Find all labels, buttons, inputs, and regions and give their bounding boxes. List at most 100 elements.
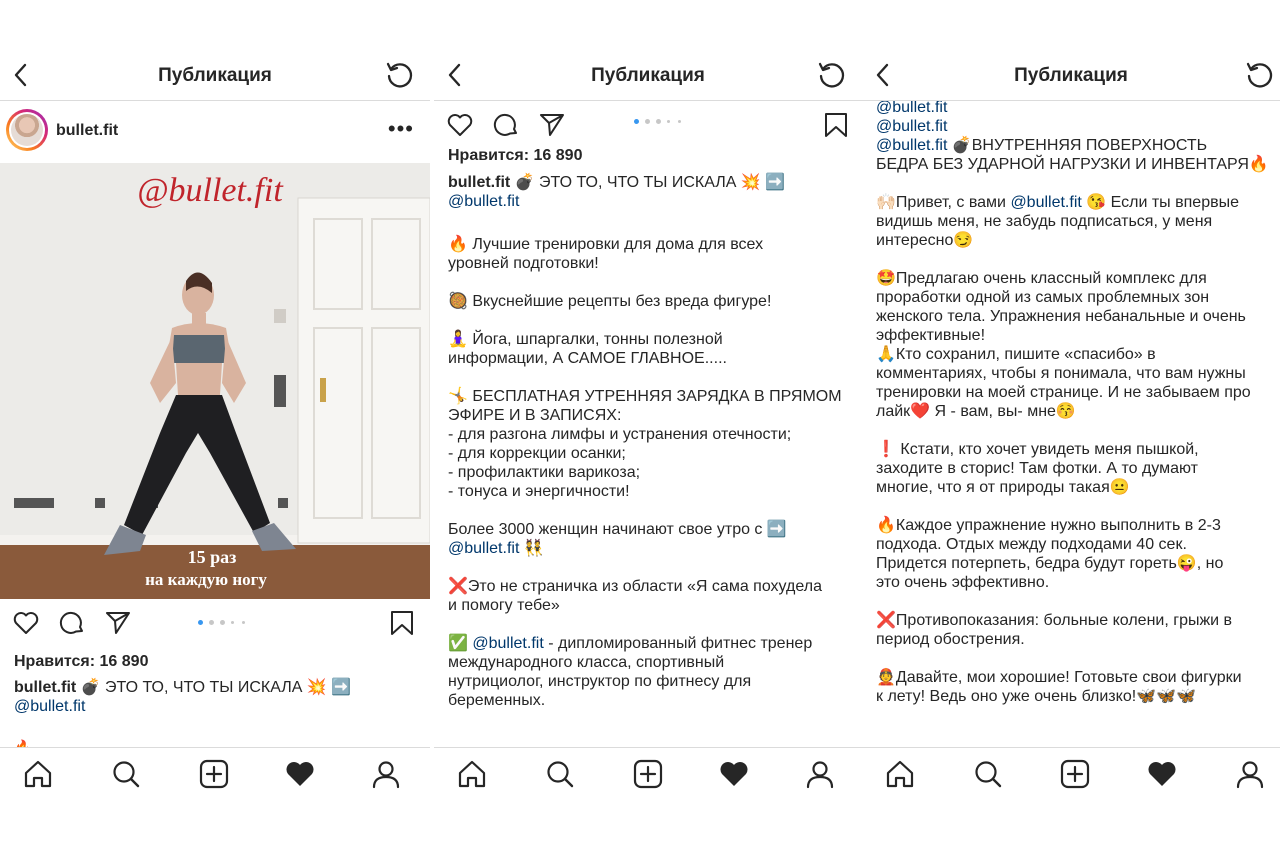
caption-line: проработки одной из самых проблемных зон — [876, 289, 1210, 306]
send-icon[interactable] — [538, 111, 566, 139]
watermark-text: @bullet.fit — [137, 172, 284, 209]
caption-line — [876, 593, 1280, 612]
caption-text: 💣 ЭТО ТО, ЧТО ТЫ ИСКАЛА 💥 ➡️ — [514, 174, 786, 191]
profile-icon[interactable] — [804, 758, 836, 790]
caption-line: нутрициолог, инструктор по фитнесу для — [448, 673, 752, 690]
search-icon[interactable] — [110, 758, 142, 790]
caption-line: @bullet.fit — [876, 118, 1280, 137]
caption-line — [448, 616, 858, 635]
caption-line: 🧘‍♀️ Йога, шпаргалки, тонны полезной — [448, 331, 723, 348]
mention-link[interactable]: @bullet.fit — [876, 118, 947, 135]
comment-icon[interactable] — [492, 111, 520, 139]
heart-filled-icon[interactable] — [284, 758, 316, 790]
caption-line: беременных. — [448, 692, 546, 709]
page-title: Публикация — [1014, 65, 1128, 86]
caption-line: ❌Это не страничка из области «Я сама пох… — [448, 578, 822, 595]
mention-link[interactable]: @bullet.fit — [448, 540, 519, 557]
search-icon[interactable] — [544, 758, 576, 790]
add-icon[interactable] — [1059, 758, 1091, 790]
bookmark-icon[interactable] — [822, 111, 850, 139]
bookmark-icon[interactable] — [388, 609, 416, 637]
caption-line: тренировки на моей странице. И не забыва… — [876, 384, 1251, 401]
page-title: Публикация — [591, 65, 705, 86]
likes-count[interactable]: Нравится: 16 890 — [14, 653, 148, 671]
caption-line: ✅ @bullet.fit - дипломированный фитнес т… — [448, 635, 813, 652]
refresh-icon[interactable] — [816, 59, 848, 91]
post-image[interactable]: @bullet.fit 15 раз на каждую ногу — [0, 163, 430, 599]
mention-link[interactable]: @bullet.fit — [876, 137, 947, 154]
caption-line — [448, 274, 858, 293]
caption-line: ❗ Кстати, кто хочет увидеть меня пышкой, — [876, 441, 1199, 458]
heart-icon[interactable] — [446, 111, 474, 139]
bottom-nav — [434, 747, 862, 800]
top-bar: Публикация — [434, 50, 862, 101]
caption-line: комментариях, чтобы я понимала, что вам … — [876, 365, 1246, 382]
caption-line: 🔥Каждое упражнение нужно выполнить в 2-3 — [876, 517, 1221, 534]
mention-link[interactable]: @bullet.fit — [1010, 194, 1081, 211]
caption-line: ❌Противопоказания: больные колени, грыжи… — [876, 612, 1233, 629]
caption-line: это очень эффективно. — [876, 574, 1050, 591]
caption-line: видишь меня, не забудь подписаться, у ме… — [876, 213, 1213, 230]
caption-line: Придется потерпеть, бедра будут гореть😜,… — [876, 555, 1224, 572]
heart-filled-icon[interactable] — [718, 758, 750, 790]
caption-line: к лету! Ведь оно уже очень близко!🦋🦋🦋 — [876, 688, 1196, 705]
send-icon[interactable] — [104, 609, 132, 637]
caption-line: 🙏Кто сохранил, пишите «спасибо» в — [876, 346, 1156, 363]
caption: bullet.fit 💣 ЭТО ТО, ЧТО ТЫ ИСКАЛА 💥 ➡️ … — [448, 174, 858, 212]
refresh-icon[interactable] — [384, 59, 416, 91]
mention-link[interactable]: @bullet.fit — [472, 635, 543, 652]
caption-line: информации, А САМОЕ ГЛАВНОЕ..... — [448, 350, 727, 367]
caption-line: - для разгона лимфы и устранения отечнос… — [448, 426, 792, 443]
home-icon[interactable] — [456, 758, 488, 790]
caption-line: @bullet.fit 👯 — [448, 540, 544, 557]
post-actions — [434, 101, 862, 151]
caption-line — [876, 422, 1280, 441]
heart-icon[interactable] — [12, 609, 40, 637]
caption-line: эффективные! — [876, 327, 986, 344]
caption-body: @bullet.fit @bullet.fit @bullet.fit 💣ВНУТР… — [876, 101, 1280, 707]
caption-mention[interactable]: @bullet.fit — [14, 698, 85, 715]
refresh-icon[interactable] — [1244, 59, 1276, 91]
search-icon[interactable] — [972, 758, 1004, 790]
comment-icon[interactable] — [58, 609, 86, 637]
add-icon[interactable] — [632, 758, 664, 790]
caption-username[interactable]: bullet.fit — [14, 679, 76, 696]
avatar[interactable] — [6, 109, 48, 151]
caption-line: 🤩Предлагаю очень классный комплекс для — [876, 270, 1207, 287]
post-actions — [0, 599, 430, 649]
caption-line — [876, 498, 1280, 517]
caption-line: - профилактики варикоза; — [448, 464, 641, 481]
workout-photo: @bullet.fit 15 раз на каждую ногу — [0, 163, 430, 599]
caption-line: 🔥 Лучшие тренировки для дома для всех — [448, 236, 764, 253]
bottom-nav — [862, 747, 1280, 800]
heart-filled-icon[interactable] — [1146, 758, 1178, 790]
add-icon[interactable] — [198, 758, 230, 790]
caption-line: 🤸 БЕСПЛАТНАЯ УТРЕННЯЯ ЗАРЯДКА В ПРЯМОМ — [448, 388, 842, 405]
post-content: @bullet.fit @bullet.fit @bullet.fit 💣ВНУТР… — [862, 101, 1280, 748]
profile-icon[interactable] — [370, 758, 402, 790]
mention-link[interactable]: @bullet.fit — [876, 101, 947, 116]
post-content: bullet.fit ••• @bullet.fit 15 раз на каж… — [0, 101, 430, 748]
caption-line: и помогу тебе» — [448, 597, 560, 614]
home-icon[interactable] — [22, 758, 54, 790]
caption-line: - тонуса и энергичности! — [448, 483, 630, 500]
likes-count[interactable]: Нравится: 16 890 — [448, 147, 582, 165]
caption-line: БЕДРА БЕЗ УДАРНОЙ НАГРУЗКИ И ИНВЕНТАРЯ🔥 — [876, 156, 1269, 173]
more-icon[interactable]: ••• — [388, 118, 414, 140]
caption-username[interactable]: bullet.fit — [448, 174, 510, 191]
caption-line — [448, 502, 858, 521]
caption-line: заходите в сторис! Там фотки. А то думаю… — [876, 460, 1198, 477]
carousel-dots — [198, 620, 258, 626]
caption-line — [876, 175, 1280, 194]
caption-line: подхода. Отдых между подходами 40 сек. — [876, 536, 1187, 553]
bottom-nav — [0, 747, 430, 800]
profile-icon[interactable] — [1234, 758, 1266, 790]
post-username[interactable]: bullet.fit — [56, 122, 118, 140]
caption-line: международного класса, спортивный — [448, 654, 725, 671]
caption-text: 💣 ЭТО ТО, ЧТО ТЫ ИСКАЛА 💥 ➡️ — [80, 679, 352, 696]
caption-line: 🥘 Вкуснейшие рецепты без вреда фигуре! — [448, 293, 772, 310]
caption-mention[interactable]: @bullet.fit — [448, 193, 519, 210]
top-bar: Публикация — [862, 50, 1280, 101]
post-panel-3: Публикация @bullet.fit @bullet.fit @bullet… — [862, 50, 1280, 800]
home-icon[interactable] — [884, 758, 916, 790]
